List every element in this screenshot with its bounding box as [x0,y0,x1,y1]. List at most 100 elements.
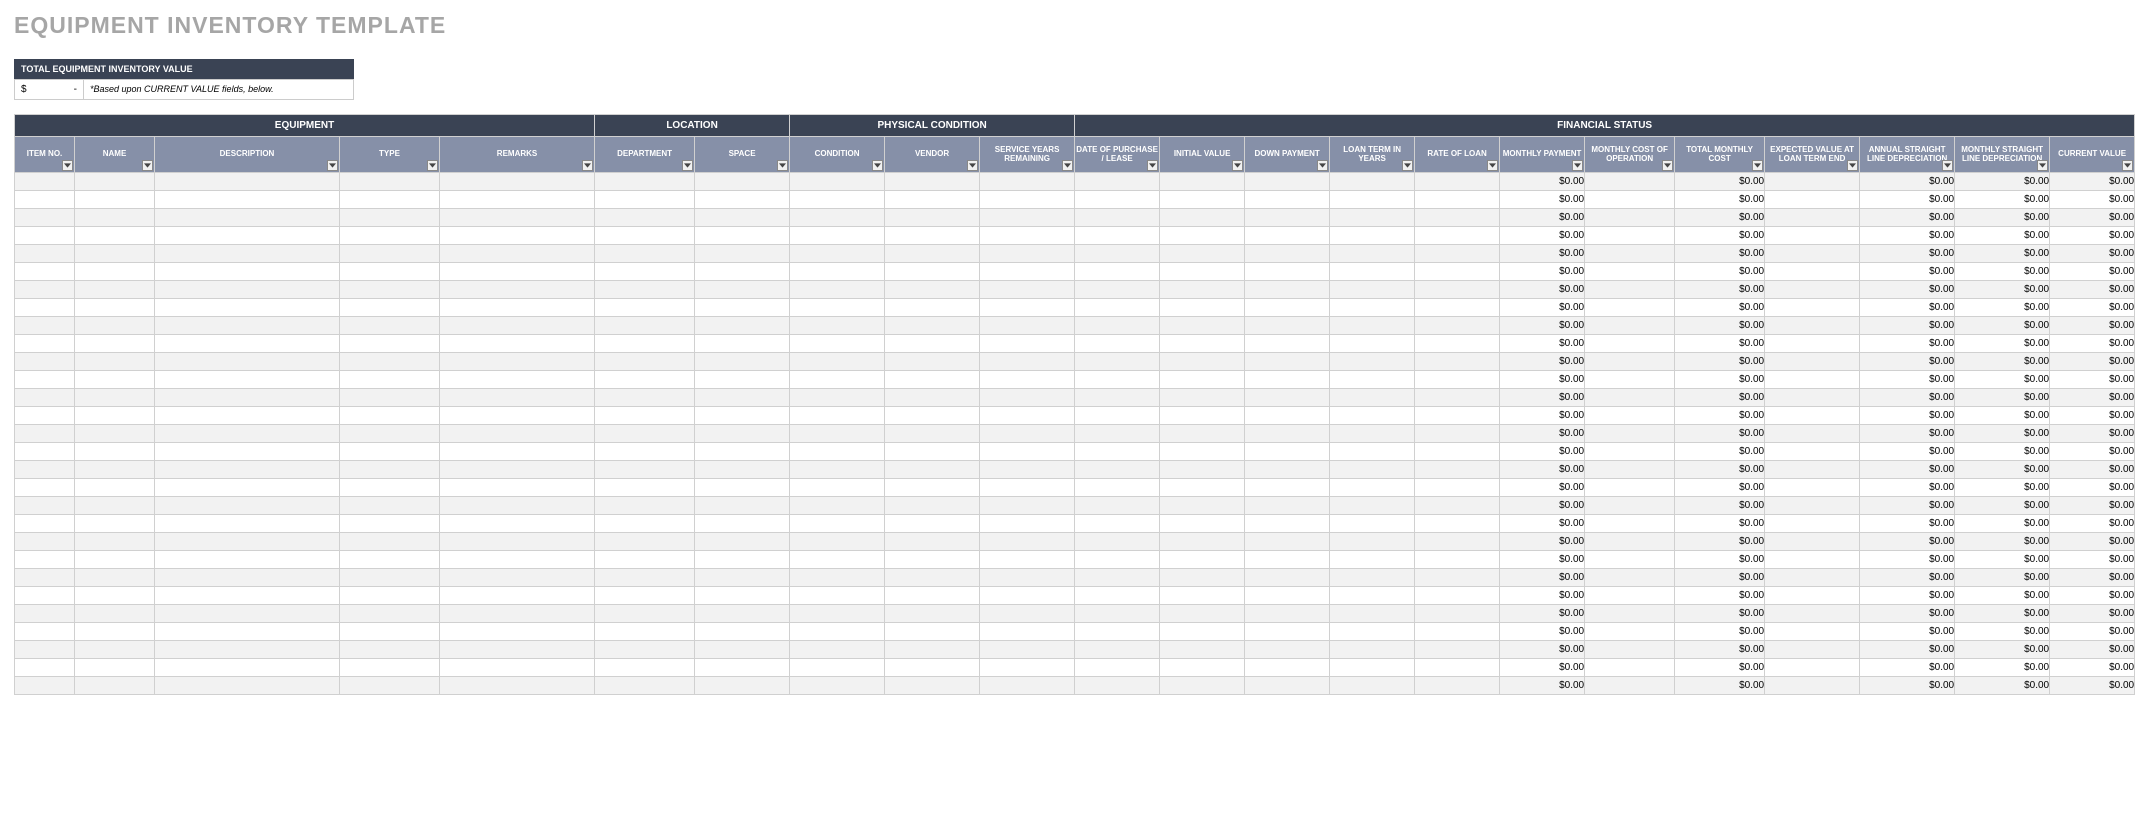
cell[interactable]: $0.00 [1675,335,1765,353]
cell[interactable]: $0.00 [2050,173,2135,191]
cell[interactable]: $0.00 [1955,173,2050,191]
cell[interactable] [1075,227,1160,245]
cell[interactable] [1160,317,1245,335]
column-header[interactable]: SERVICE YEARS REMAINING [980,137,1075,173]
column-header[interactable]: SPACE [695,137,790,173]
cell[interactable] [1765,497,1860,515]
filter-dropdown-icon[interactable] [142,160,153,171]
cell[interactable] [595,605,695,623]
cell[interactable]: $0.00 [2050,497,2135,515]
cell[interactable] [1160,227,1245,245]
cell[interactable] [15,371,75,389]
cell[interactable] [440,407,595,425]
cell[interactable] [980,479,1075,497]
cell[interactable] [1415,497,1500,515]
cell[interactable] [980,227,1075,245]
cell[interactable]: $0.00 [1500,461,1585,479]
cell[interactable] [1415,353,1500,371]
cell[interactable] [885,497,980,515]
cell[interactable] [155,227,340,245]
cell[interactable] [595,551,695,569]
cell[interactable] [885,371,980,389]
cell[interactable]: $0.00 [1860,335,1955,353]
cell[interactable] [695,461,790,479]
cell[interactable] [885,533,980,551]
cell[interactable] [980,605,1075,623]
cell[interactable] [1585,641,1675,659]
cell[interactable] [790,461,885,479]
cell[interactable]: $0.00 [1860,173,1955,191]
cell[interactable] [595,515,695,533]
cell[interactable] [595,497,695,515]
cell[interactable] [1415,659,1500,677]
cell[interactable] [695,371,790,389]
cell[interactable]: $0.00 [1860,533,1955,551]
cell[interactable]: $0.00 [1675,605,1765,623]
cell[interactable]: $0.00 [2050,533,2135,551]
cell[interactable] [980,425,1075,443]
cell[interactable] [155,263,340,281]
cell[interactable] [440,677,595,695]
cell[interactable] [1585,407,1675,425]
cell[interactable] [790,353,885,371]
cell[interactable] [1075,479,1160,497]
cell[interactable] [595,479,695,497]
column-header[interactable]: DESCRIPTION [155,137,340,173]
cell[interactable] [1245,623,1330,641]
filter-dropdown-icon[interactable] [682,160,693,171]
cell[interactable]: $0.00 [1500,659,1585,677]
cell[interactable] [75,461,155,479]
cell[interactable]: $0.00 [1955,389,2050,407]
cell[interactable]: $0.00 [1675,533,1765,551]
cell[interactable] [1765,371,1860,389]
cell[interactable] [1075,551,1160,569]
cell[interactable] [155,173,340,191]
cell[interactable] [155,425,340,443]
cell[interactable] [980,461,1075,479]
cell[interactable] [595,317,695,335]
cell[interactable] [15,515,75,533]
cell[interactable] [885,407,980,425]
cell[interactable] [1415,263,1500,281]
cell[interactable] [980,263,1075,281]
cell[interactable] [790,443,885,461]
cell[interactable] [440,605,595,623]
cell[interactable] [1160,335,1245,353]
cell[interactable]: $0.00 [2050,677,2135,695]
cell[interactable]: $0.00 [1500,245,1585,263]
cell[interactable] [75,191,155,209]
cell[interactable]: $0.00 [1955,425,2050,443]
cell[interactable] [440,533,595,551]
cell[interactable] [1585,569,1675,587]
cell[interactable] [15,641,75,659]
cell[interactable] [155,245,340,263]
cell[interactable] [790,389,885,407]
cell[interactable]: $0.00 [1955,641,2050,659]
cell[interactable] [1585,209,1675,227]
cell[interactable] [980,371,1075,389]
cell[interactable] [885,173,980,191]
cell[interactable] [75,299,155,317]
cell[interactable] [440,587,595,605]
cell[interactable] [340,443,440,461]
cell[interactable] [790,515,885,533]
cell[interactable] [340,659,440,677]
cell[interactable] [1415,407,1500,425]
cell[interactable] [75,371,155,389]
cell[interactable] [790,479,885,497]
cell[interactable] [695,173,790,191]
cell[interactable] [1245,281,1330,299]
cell[interactable] [15,227,75,245]
cell[interactable] [980,515,1075,533]
filter-dropdown-icon[interactable] [967,160,978,171]
cell[interactable]: $0.00 [1860,425,1955,443]
cell[interactable] [790,425,885,443]
cell[interactable] [1585,371,1675,389]
cell[interactable]: $0.00 [1955,371,2050,389]
cell[interactable] [1160,389,1245,407]
cell[interactable] [980,569,1075,587]
cell[interactable] [980,209,1075,227]
cell[interactable] [1245,173,1330,191]
filter-dropdown-icon[interactable] [427,160,438,171]
cell[interactable] [595,641,695,659]
